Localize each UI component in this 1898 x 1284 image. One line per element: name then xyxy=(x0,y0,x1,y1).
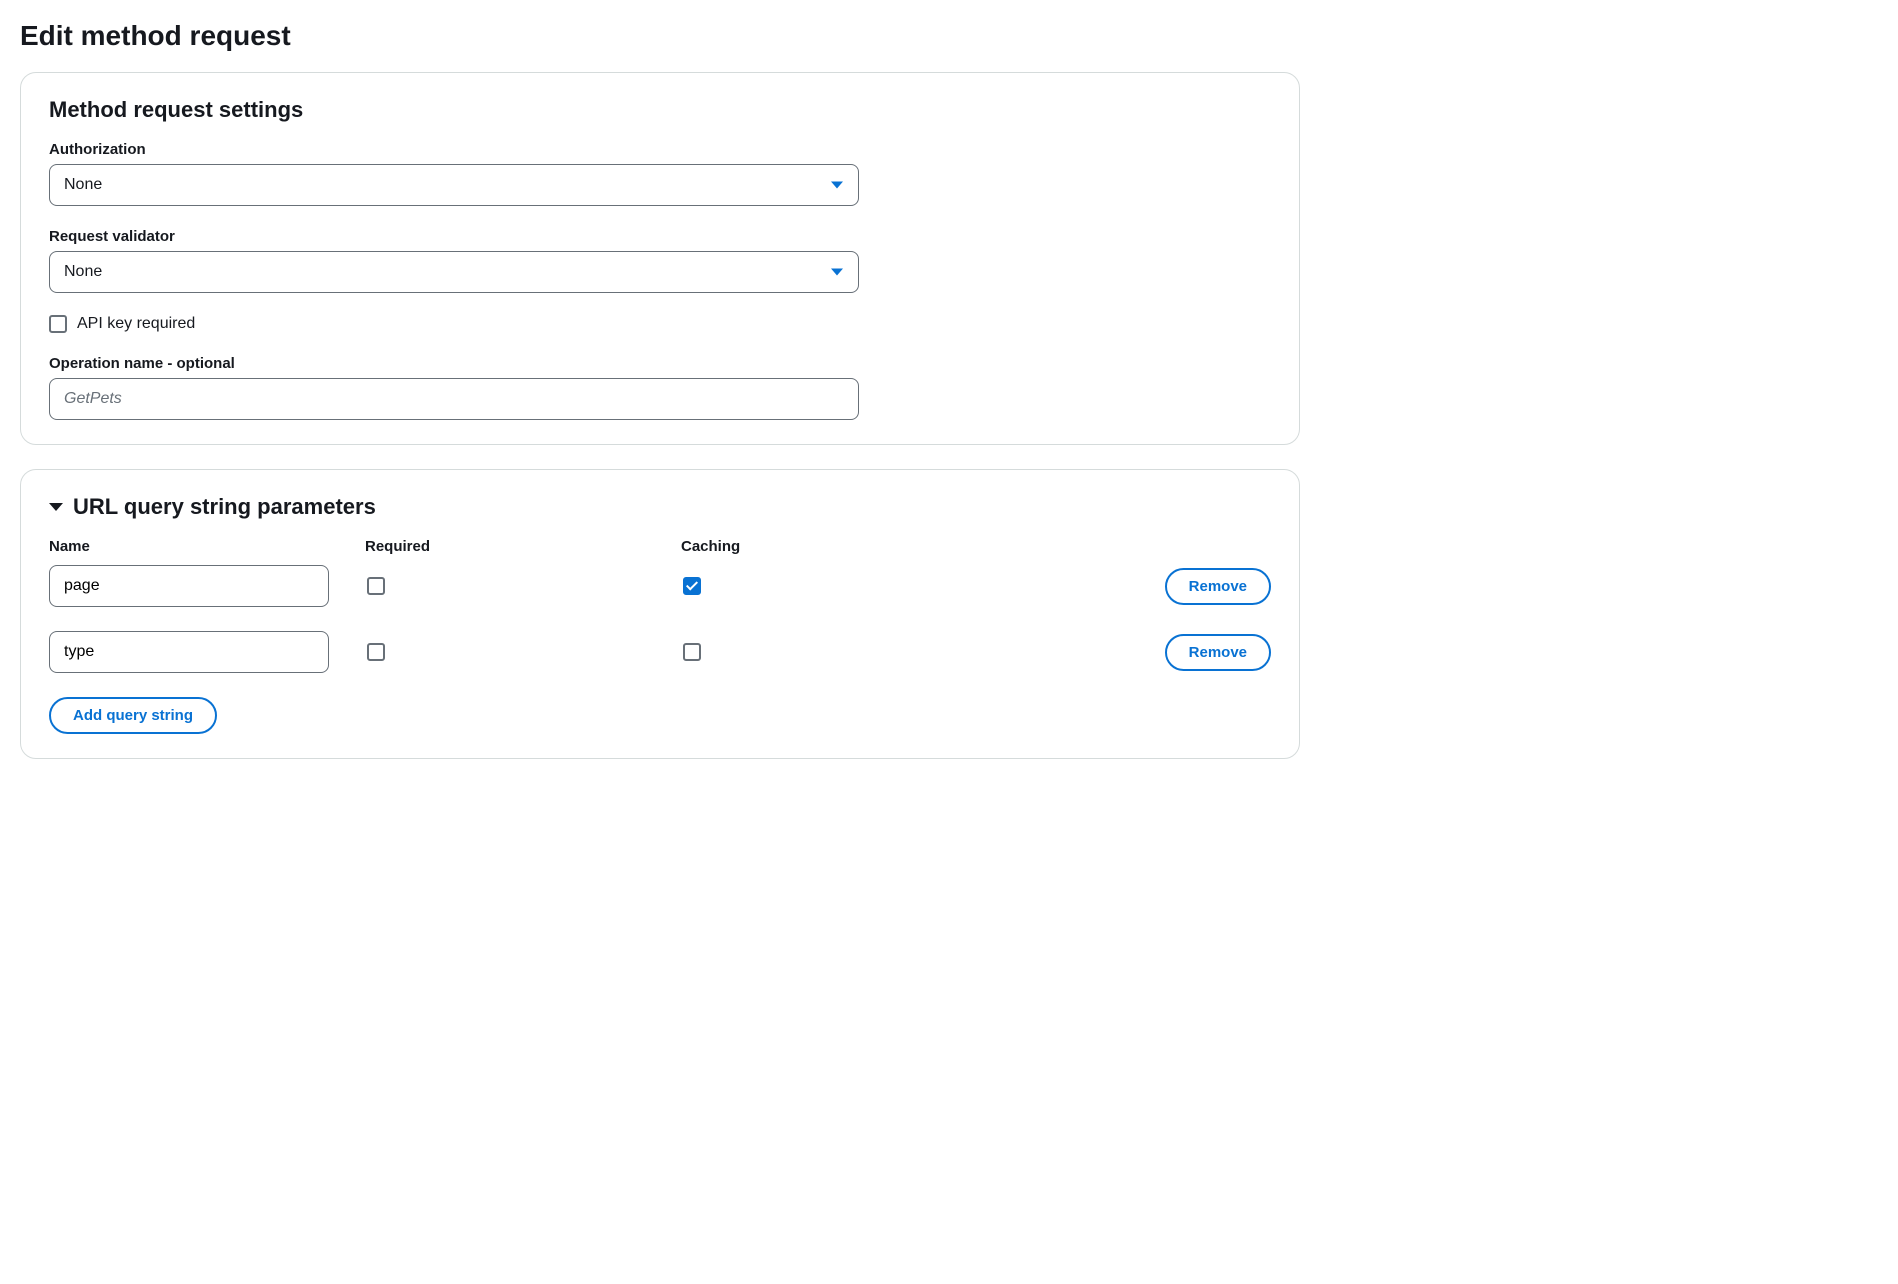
request-validator-value: None xyxy=(64,263,102,281)
page-title: Edit method request xyxy=(20,20,1878,52)
request-validator-select[interactable]: None xyxy=(49,251,859,293)
column-caching-label: Caching xyxy=(681,538,981,555)
column-name-label: Name xyxy=(49,538,349,555)
operation-name-label: Operation name - optional xyxy=(49,355,859,372)
api-key-required-row: API key required xyxy=(49,315,1271,333)
param-caching-checkbox[interactable] xyxy=(683,643,701,661)
query-param-row: Remove xyxy=(49,565,1271,607)
method-request-settings-panel: Method request settings Authorization No… xyxy=(20,72,1300,445)
query-params-column-header: Name Required Caching xyxy=(49,538,1271,555)
authorization-value: None xyxy=(64,176,102,194)
url-query-string-parameters-panel: URL query string parameters Name Require… xyxy=(20,469,1300,759)
column-required-label: Required xyxy=(365,538,665,555)
authorization-select[interactable]: None xyxy=(49,164,859,206)
request-validator-label: Request validator xyxy=(49,228,859,245)
authorization-label: Authorization xyxy=(49,141,859,158)
api-key-required-checkbox[interactable] xyxy=(49,315,67,333)
query-params-header[interactable]: URL query string parameters xyxy=(49,494,1271,520)
authorization-group: Authorization None xyxy=(49,141,859,206)
api-key-required-label: API key required xyxy=(77,315,195,333)
remove-button[interactable]: Remove xyxy=(1165,634,1271,671)
settings-panel-title: Method request settings xyxy=(49,97,1271,123)
query-params-title: URL query string parameters xyxy=(73,494,376,520)
param-required-checkbox[interactable] xyxy=(367,577,385,595)
caret-down-icon xyxy=(49,503,63,511)
param-caching-checkbox[interactable] xyxy=(683,577,701,595)
add-query-string-button[interactable]: Add query string xyxy=(49,697,217,734)
remove-button[interactable]: Remove xyxy=(1165,568,1271,605)
param-name-input[interactable] xyxy=(49,565,329,607)
param-name-input[interactable] xyxy=(49,631,329,673)
operation-name-input[interactable] xyxy=(49,378,859,420)
operation-name-group: Operation name - optional xyxy=(49,355,859,420)
query-param-row: Remove xyxy=(49,631,1271,673)
request-validator-group: Request validator None xyxy=(49,228,859,293)
param-required-checkbox[interactable] xyxy=(367,643,385,661)
